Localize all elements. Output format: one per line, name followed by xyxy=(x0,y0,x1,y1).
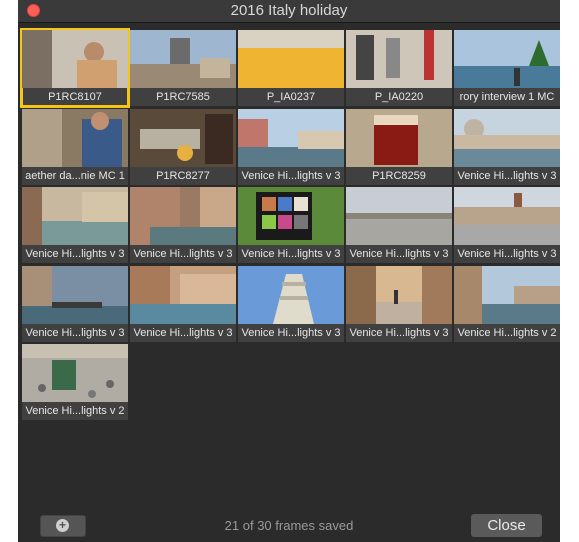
frame-caption: aether da...nie MC 1 xyxy=(22,166,128,185)
frame-tile[interactable]: Venice Hi...lights v 2 xyxy=(22,344,128,420)
frame-caption: Venice Hi...lights v 2 xyxy=(454,323,560,342)
frame-caption: Venice Hi...lights v 3 xyxy=(454,166,560,185)
frame-thumbnail xyxy=(346,265,452,324)
frame-tile[interactable]: P1RC8277 xyxy=(130,108,236,185)
frame-thumbnail xyxy=(130,30,236,88)
window-title: 2016 Italy holiday xyxy=(230,2,348,19)
frame-caption: P_IA0237 xyxy=(238,88,344,106)
frame-tile[interactable]: Venice Hi...lights v 3 xyxy=(22,187,128,263)
frame-caption: rory interview 1 MC xyxy=(454,88,560,106)
frame-tile[interactable]: P1RC8107 xyxy=(20,28,130,108)
frame-caption: Venice Hi...lights v 3 xyxy=(346,323,452,342)
frame-thumbnail xyxy=(454,187,560,245)
frame-tile[interactable]: Venice Hi...lights v 3 xyxy=(238,108,344,185)
frame-thumbnail xyxy=(22,344,128,402)
frame-caption: Venice Hi...lights v 3 xyxy=(238,323,344,342)
frame-thumbnail xyxy=(238,187,344,245)
frame-thumbnail xyxy=(130,108,236,167)
frame-tile[interactable]: P_IA0220 xyxy=(346,30,452,106)
frame-tile[interactable]: Venice Hi...lights v 3 xyxy=(130,187,236,263)
frame-caption: P1RC8107 xyxy=(22,88,128,106)
frame-thumbnail xyxy=(454,108,560,167)
frame-tile[interactable]: Venice Hi...lights v 2 xyxy=(454,265,560,342)
frame-tile[interactable]: Venice Hi...lights v 3 xyxy=(454,108,560,185)
frame-caption: P1RC8277 xyxy=(130,166,236,185)
bottom-bar: + 21 of 30 frames saved Close xyxy=(18,505,560,542)
frame-thumbnail xyxy=(238,108,344,167)
frame-tile[interactable]: P_IA0237 xyxy=(238,30,344,106)
frame-caption: Venice Hi...lights v 3 xyxy=(238,245,344,263)
frame-tile[interactable]: Venice Hi...lights v 3 xyxy=(346,187,452,263)
frame-tile[interactable]: P1RC7585 xyxy=(130,30,236,106)
frame-tile[interactable]: P1RC8259 xyxy=(346,108,452,185)
frame-thumbnail xyxy=(454,265,560,324)
frame-caption: Venice Hi...lights v 3 xyxy=(346,245,452,263)
frame-caption: Venice Hi...lights v 3 xyxy=(22,323,128,342)
frame-caption: Venice Hi...lights v 3 xyxy=(130,245,236,263)
frame-caption: P1RC7585 xyxy=(130,88,236,106)
frame-caption: P1RC8259 xyxy=(346,166,452,185)
frame-thumbnail xyxy=(346,187,452,245)
title-bar: 2016 Italy holiday xyxy=(18,0,560,23)
frame-tile[interactable]: rory interview 1 MC xyxy=(454,30,560,106)
frame-thumbnail xyxy=(238,265,344,324)
frame-tile[interactable]: Venice Hi...lights v 3 xyxy=(22,265,128,342)
frame-browser-window: 2016 Italy holiday P1RC8107 P1RC7585 P_IA0… xyxy=(18,0,560,542)
frame-caption: P_IA0220 xyxy=(346,88,452,106)
frame-tile[interactable]: Venice Hi...lights v 3 xyxy=(130,265,236,342)
frame-thumbnail xyxy=(238,30,344,88)
frame-thumbnail xyxy=(22,108,128,167)
frame-thumbnail xyxy=(22,187,128,245)
frame-caption: Venice Hi...lights v 3 xyxy=(22,245,128,263)
frame-tile[interactable]: Venice Hi...lights v 3 xyxy=(454,187,560,263)
frame-thumbnail xyxy=(454,30,560,88)
frame-thumbnail xyxy=(346,30,452,88)
frame-thumbnail xyxy=(22,30,128,88)
frame-thumbnail xyxy=(346,108,452,167)
frame-tile[interactable]: Venice Hi...lights v 3 xyxy=(346,265,452,342)
frame-tile[interactable]: aether da...nie MC 1 xyxy=(22,108,128,185)
frame-thumbnail xyxy=(130,187,236,245)
frame-thumbnail xyxy=(130,265,236,324)
frame-thumbnail xyxy=(22,265,128,324)
frame-caption: Venice Hi...lights v 3 xyxy=(454,245,560,263)
frame-tile[interactable]: Venice Hi...lights v 3 xyxy=(238,265,344,342)
frame-caption: Venice Hi...lights v 3 xyxy=(130,323,236,342)
frame-caption: Venice Hi...lights v 3 xyxy=(238,166,344,185)
close-button[interactable]: Close xyxy=(471,514,542,537)
frame-tile[interactable]: Venice Hi...lights v 3 xyxy=(238,187,344,263)
frame-caption: Venice Hi...lights v 2 xyxy=(22,402,128,420)
